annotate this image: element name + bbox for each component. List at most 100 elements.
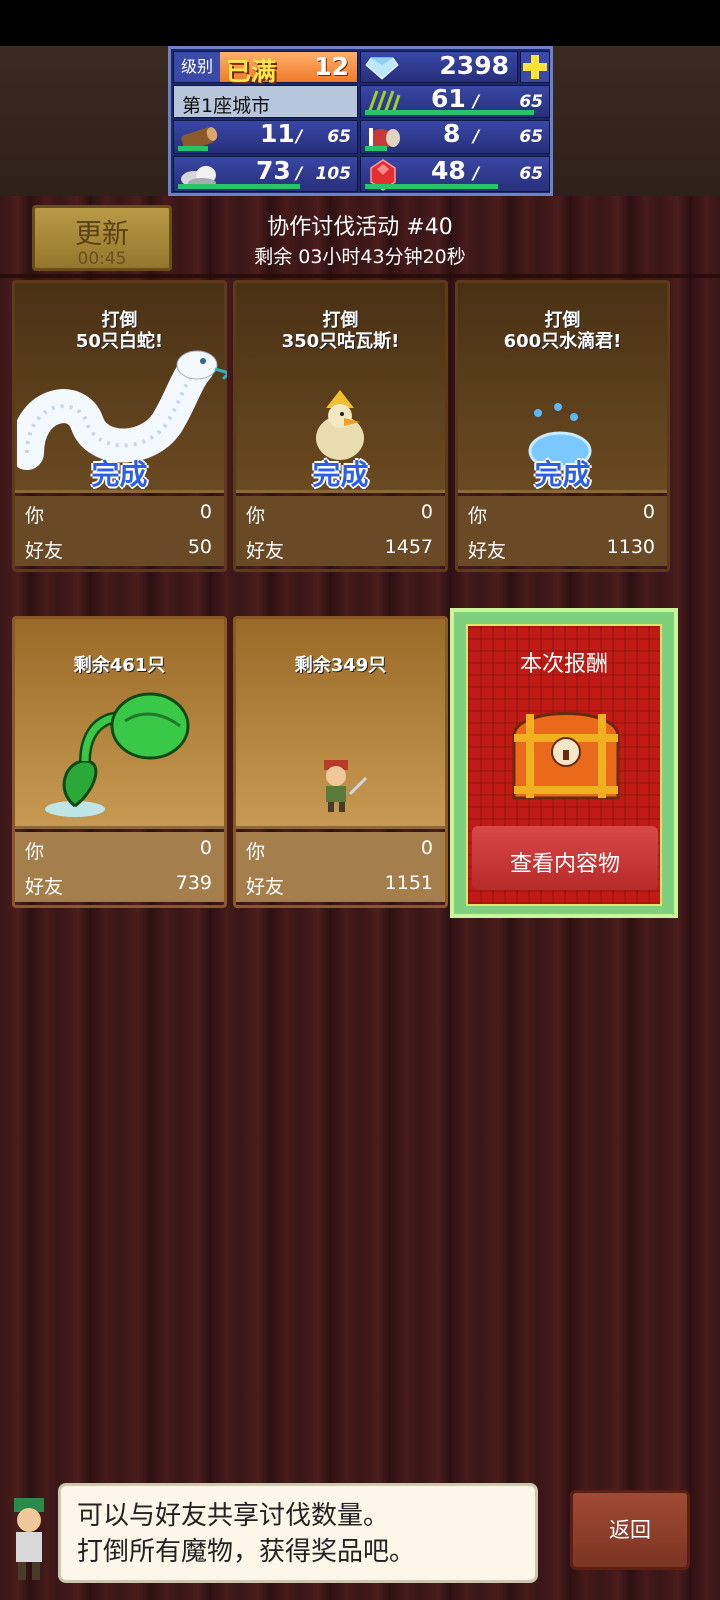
reward-panel: 本次报酬 查看内容物 (450, 608, 678, 918)
city-name: 第1座城市 (182, 95, 271, 117)
npc-avatar (14, 1498, 44, 1580)
you-row: 你 0 (25, 834, 212, 864)
food-value: 8 (443, 119, 461, 148)
quest-card-bandit-warrior[interactable]: 剩余349只 你 0 好友 1151 (233, 616, 448, 908)
friend-value: 1151 (384, 872, 433, 894)
you-value: 0 (642, 501, 655, 523)
slash: / (473, 164, 480, 184)
you-row: 你 0 (246, 498, 433, 528)
you-label: 你 (246, 505, 266, 527)
wood-value: 11 (260, 119, 295, 148)
level-value: 12 (314, 52, 349, 81)
friend-label: 好友 (25, 540, 64, 562)
status-bar (0, 0, 720, 46)
divider (0, 274, 720, 278)
stone-max: 105 (315, 164, 352, 184)
friend-label: 好友 (246, 876, 285, 898)
grass-max: 65 (519, 92, 543, 112)
goal-line1: 剩余461只 (73, 655, 166, 676)
you-row: 你 0 (246, 834, 433, 864)
you-row: 你 0 (468, 498, 655, 528)
resource-crystal: 48 / 65 (360, 156, 550, 192)
bandit-warrior-icon (324, 760, 368, 812)
friend-label: 好友 (468, 540, 507, 562)
back-button[interactable]: 返回 (570, 1490, 690, 1570)
card-art: 打倒 350只咕瓦斯! 完成 (236, 283, 445, 493)
card-art: 打倒 600只水滴君! 完成 (458, 283, 667, 493)
you-value: 0 (199, 837, 212, 859)
goal-line2: 600只水滴君! (503, 331, 622, 352)
crystal-bar (365, 184, 498, 189)
resource-wood: 11 / 65 (173, 119, 358, 154)
gem-count: 2398 (439, 51, 509, 80)
you-value: 0 (199, 501, 212, 523)
you-row: 你 0 (25, 498, 212, 528)
resource-hud: 级别 已满 12 2398 第1座城市 61 / 65 11 / 65 8 / … (168, 46, 553, 196)
quest-card-water-slime[interactable]: 打倒 600只水滴君! 完成 你 0 好友 1130 (455, 280, 670, 572)
slash: / (473, 92, 480, 112)
level-label: 级别 (174, 52, 220, 82)
you-value: 0 (420, 501, 433, 523)
card-stats: 你 0 好友 1151 (236, 832, 445, 902)
gem-panel: 2398 (360, 51, 518, 83)
crystal-max: 65 (519, 164, 543, 184)
friend-label: 好友 (246, 540, 285, 562)
goal-line2: 350只咕瓦斯! (281, 331, 400, 352)
stone-value: 73 (256, 156, 291, 185)
refresh-label: 更新 (75, 219, 129, 250)
level-panel: 级别 已满 12 (173, 51, 358, 86)
friend-value: 1130 (606, 536, 655, 558)
you-value: 0 (420, 837, 433, 859)
level-status: 已满 (226, 57, 277, 86)
friend-row: 好友 50 (25, 533, 212, 563)
event-title: 协作讨伐活动 #40 (267, 215, 453, 240)
friend-row: 好友 739 (25, 869, 212, 899)
treasure-chest-icon (512, 712, 620, 800)
grass-bar (365, 110, 534, 115)
slash: / (473, 127, 480, 147)
friend-label: 好友 (25, 876, 64, 898)
quest-card-chicken-knight[interactable]: 打倒 350只咕瓦斯! 完成 你 0 好友 1457 (233, 280, 448, 572)
goal-line1: 剩余349只 (294, 655, 387, 676)
slash: / (296, 164, 303, 184)
tip-line2: 打倒所有魔物，获得奖品吧。 (77, 1537, 416, 1567)
slash: / (296, 127, 303, 147)
card-stats: 你 0 好友 1457 (236, 496, 445, 566)
quest-card-green-plant[interactable]: 剩余461只 你 0 好友 739 (12, 616, 227, 908)
city-panel: 第1座城市 (173, 85, 358, 118)
you-label: 你 (468, 505, 488, 527)
grass-value: 61 (431, 84, 466, 113)
card-art: 剩余349只 (236, 619, 445, 829)
you-label: 你 (246, 841, 266, 863)
reward-inner: 本次报酬 查看内容物 (466, 624, 662, 906)
you-label: 你 (25, 841, 45, 863)
friend-row: 好友 1151 (246, 869, 433, 899)
complete-label: 完成 (312, 458, 369, 491)
complete-label: 完成 (91, 458, 148, 491)
food-bar (365, 146, 387, 151)
white-serpent-icon (17, 350, 227, 470)
card-stats: 你 0 好友 739 (15, 832, 224, 902)
goal-line1: 打倒 (322, 310, 359, 331)
goal-line1: 打倒 (544, 310, 581, 331)
card-stats: 你 0 好友 50 (15, 496, 224, 566)
complete-label: 完成 (534, 458, 591, 491)
card-art: 打倒 50只白蛇! 完成 (15, 283, 227, 493)
green-plant-icon (45, 692, 190, 817)
crystal-value: 48 (431, 156, 466, 185)
add-gems-button[interactable] (520, 51, 550, 83)
plus-icon (523, 55, 547, 79)
friend-row: 好友 1457 (246, 533, 433, 563)
friend-value: 50 (187, 536, 212, 558)
wood-bar (178, 146, 208, 151)
friend-value: 1457 (384, 536, 433, 558)
quest-card-white-serpent[interactable]: 打倒 50只白蛇! 完成 你 0 好友 50 (12, 280, 227, 572)
you-label: 你 (25, 505, 45, 527)
tip-dialog: 可以与好友共享讨伐数量。 打倒所有魔物，获得奖品吧。 (58, 1483, 538, 1583)
view-contents-button[interactable]: 查看内容物 (472, 826, 658, 890)
diamond-icon (365, 57, 399, 80)
tip-line1: 可以与好友共享讨伐数量。 (77, 1501, 390, 1531)
friend-row: 好友 1130 (468, 533, 655, 563)
resource-food: 8 / 65 (360, 119, 550, 154)
refresh-button[interactable]: 更新 00:45 (32, 205, 172, 271)
